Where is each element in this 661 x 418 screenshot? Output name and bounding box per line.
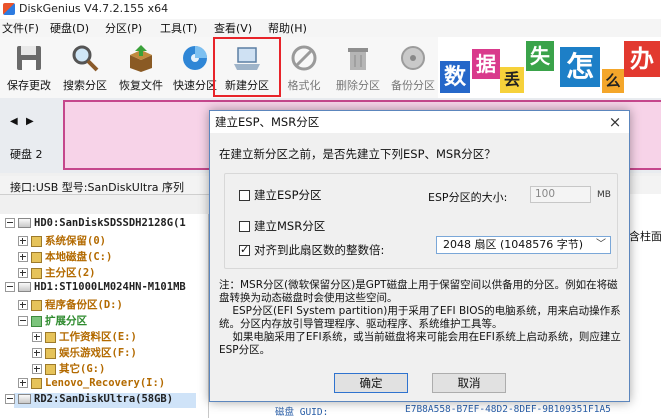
banner-char: 么 [602, 69, 624, 93]
checkbox-box-checked[interactable] [239, 243, 250, 256]
tree-item-partition[interactable]: 娱乐游戏区(F:) [32, 345, 137, 361]
dialog-title-bar[interactable]: 建立ESP、MSR分区 × [210, 111, 629, 133]
magnifier-icon [72, 45, 99, 72]
tree-item-disk[interactable]: HD1:ST1000LM024HN-M101MB [5, 281, 186, 297]
trash-icon [348, 48, 368, 70]
align-sectors-checkbox[interactable]: 对齐到此扇区数的整数倍: [239, 242, 384, 258]
tree-item-extended[interactable]: 扩展分区 [18, 313, 87, 329]
expand-icon[interactable] [32, 332, 42, 342]
esp-size-label: ESP分区的大小: [428, 191, 508, 204]
esp-size-input[interactable]: 100 [530, 186, 591, 203]
menu-view[interactable]: 查看(V) [214, 20, 252, 36]
floppy-disk-icon [17, 46, 41, 70]
tree-item-partition[interactable]: 主分区(2) [18, 265, 95, 281]
disk-label: 硬盘 2 [10, 148, 43, 161]
menu-tools[interactable]: 工具(T) [160, 20, 197, 36]
menu-partition[interactable]: 分区(P) [105, 20, 142, 36]
options-group: 建立ESP分区 建立MSR分区 对齐到此扇区数的整数倍: ESP分区的大小: 1… [224, 173, 618, 269]
promo-banner[interactable]: 数 据 丢 失 怎 么 办 [438, 37, 661, 98]
disk-nav: ◀ ▶ [10, 116, 40, 130]
hard-disk-icon [18, 218, 31, 228]
partition-icon [31, 267, 42, 279]
disk-guid-value: E7B8A558-B7EF-48D2-8DEF-9B109351F1A5 [405, 404, 611, 415]
disk-guid-label: 磁盘 GUID: [275, 407, 329, 418]
partition-icon [31, 299, 42, 311]
collapse-icon[interactable] [18, 316, 28, 326]
banner-char: 数 [440, 61, 470, 93]
create-msr-checkbox[interactable]: 建立MSR分区 [239, 218, 325, 234]
partition-icon [31, 251, 42, 263]
backup-icon [401, 46, 425, 70]
dialog-title: 建立ESP、MSR分区 [215, 115, 320, 129]
quick-partition-icon [183, 46, 207, 70]
format-icon [291, 45, 317, 71]
menu-help[interactable]: 帮助(H) [268, 20, 307, 36]
tree-item-disk-selected[interactable]: RD2:SanDiskUltra(58GB) [5, 393, 173, 409]
search-partition-button[interactable]: 搜索分区 [58, 39, 112, 95]
prev-disk-icon[interactable]: ◀ [10, 116, 18, 127]
expand-icon[interactable] [18, 236, 28, 246]
next-disk-icon[interactable]: ▶ [26, 116, 34, 127]
partition-icon [45, 331, 56, 343]
window-title: DiskGenius V4.7.2.155 x64 [19, 2, 169, 15]
menu-file[interactable]: 文件(F) [2, 20, 39, 36]
ok-button[interactable]: 确定 [334, 373, 408, 393]
create-esp-checkbox[interactable]: 建立ESP分区 [239, 187, 322, 203]
banner-char: 失 [526, 41, 554, 71]
partition-icon [45, 347, 56, 359]
expand-icon[interactable] [32, 364, 42, 374]
format-button[interactable]: 格式化 [277, 39, 331, 95]
delete-partition-button[interactable]: 删除分区 [331, 39, 385, 95]
menu-disk[interactable]: 硬盘(D) [50, 20, 89, 36]
align-sectors-select[interactable]: 2048 扇区 (1048576 字节) ﹀ [436, 236, 611, 254]
tree-item-partition[interactable]: 系统保留(0) [18, 233, 106, 249]
new-partition-button[interactable]: 新建分区 [213, 37, 281, 97]
expand-icon[interactable] [18, 252, 28, 262]
collapse-icon[interactable] [5, 394, 15, 404]
partition-icon [31, 235, 42, 247]
disk-guid-row: 磁盘 GUID: E7B8A558-B7EF-48D2-8DEF-9B10935… [209, 402, 661, 418]
checkbox-box[interactable] [239, 190, 250, 201]
esp-size-unit: MB [597, 190, 611, 200]
chevron-down-icon[interactable]: ﹀ [596, 237, 606, 253]
tree-item-partition[interactable]: 程序备份区(D:) [18, 297, 123, 313]
extended-partition-icon [31, 315, 42, 327]
usb-disk-icon [18, 394, 31, 404]
banner-char: 办 [624, 41, 660, 77]
tree-item-partition[interactable]: 工作资料区(E:) [32, 329, 137, 345]
banner-char: 丢 [500, 67, 524, 93]
tree-item-partition[interactable]: Lenovo_Recovery(I:) [18, 377, 165, 393]
collapse-icon[interactable] [5, 218, 15, 228]
menu-bar: 文件(F) 硬盘(D) 分区(P) 工具(T) 查看(V) 帮助(H) [0, 19, 661, 37]
banner-char: 怎 [560, 47, 600, 87]
laptop-disk-icon [234, 47, 260, 70]
save-changes-button[interactable]: 保存更改 [2, 39, 56, 95]
collapse-icon[interactable] [5, 282, 15, 292]
dialog-note: 注：MSR分区(微软保留分区)是GPT磁盘上用于保留空间以供备用的分区。例如在将… [219, 279, 621, 356]
recover-box-icon [130, 45, 152, 72]
title-bar: DiskGenius V4.7.2.155 x64 [0, 0, 661, 20]
expand-icon[interactable] [18, 378, 28, 388]
hard-disk-icon [18, 282, 31, 292]
close-icon[interactable]: × [605, 112, 625, 132]
tree-item-partition[interactable]: 其它(G:) [32, 361, 105, 377]
banner-char: 据 [472, 49, 500, 79]
app-logo-icon [3, 3, 15, 15]
recover-files-button[interactable]: 恢复文件 [114, 39, 168, 95]
disk-tree: HD0:SanDiskSDSSDH2128G(1 系统保留(0) 本地磁盘(C:… [0, 214, 209, 418]
expand-icon[interactable] [32, 348, 42, 358]
tree-item-partition[interactable]: 本地磁盘(C:) [18, 249, 112, 265]
partition-icon [45, 363, 56, 375]
expand-icon[interactable] [18, 268, 28, 278]
partition-icon [31, 377, 42, 389]
create-esp-msr-dialog: 建立ESP、MSR分区 × 在建立新分区之前，是否先建立下列ESP、MSR分区？… [209, 110, 630, 402]
cancel-button[interactable]: 取消 [432, 373, 506, 393]
checkbox-box[interactable] [239, 221, 250, 232]
clipped-header-text: 含柱面 [629, 230, 661, 243]
expand-icon[interactable] [18, 300, 28, 310]
dialog-body: 在建立新分区之前，是否先建立下列ESP、MSR分区？ 建立ESP分区 建立MSR… [210, 133, 629, 401]
tree-item-disk[interactable]: HD0:SanDiskSDSSDH2128G(1 [5, 217, 186, 233]
backup-partition-button[interactable]: 备份分区 [386, 39, 440, 95]
dialog-question: 在建立新分区之前，是否先建立下列ESP、MSR分区？ [219, 147, 496, 161]
